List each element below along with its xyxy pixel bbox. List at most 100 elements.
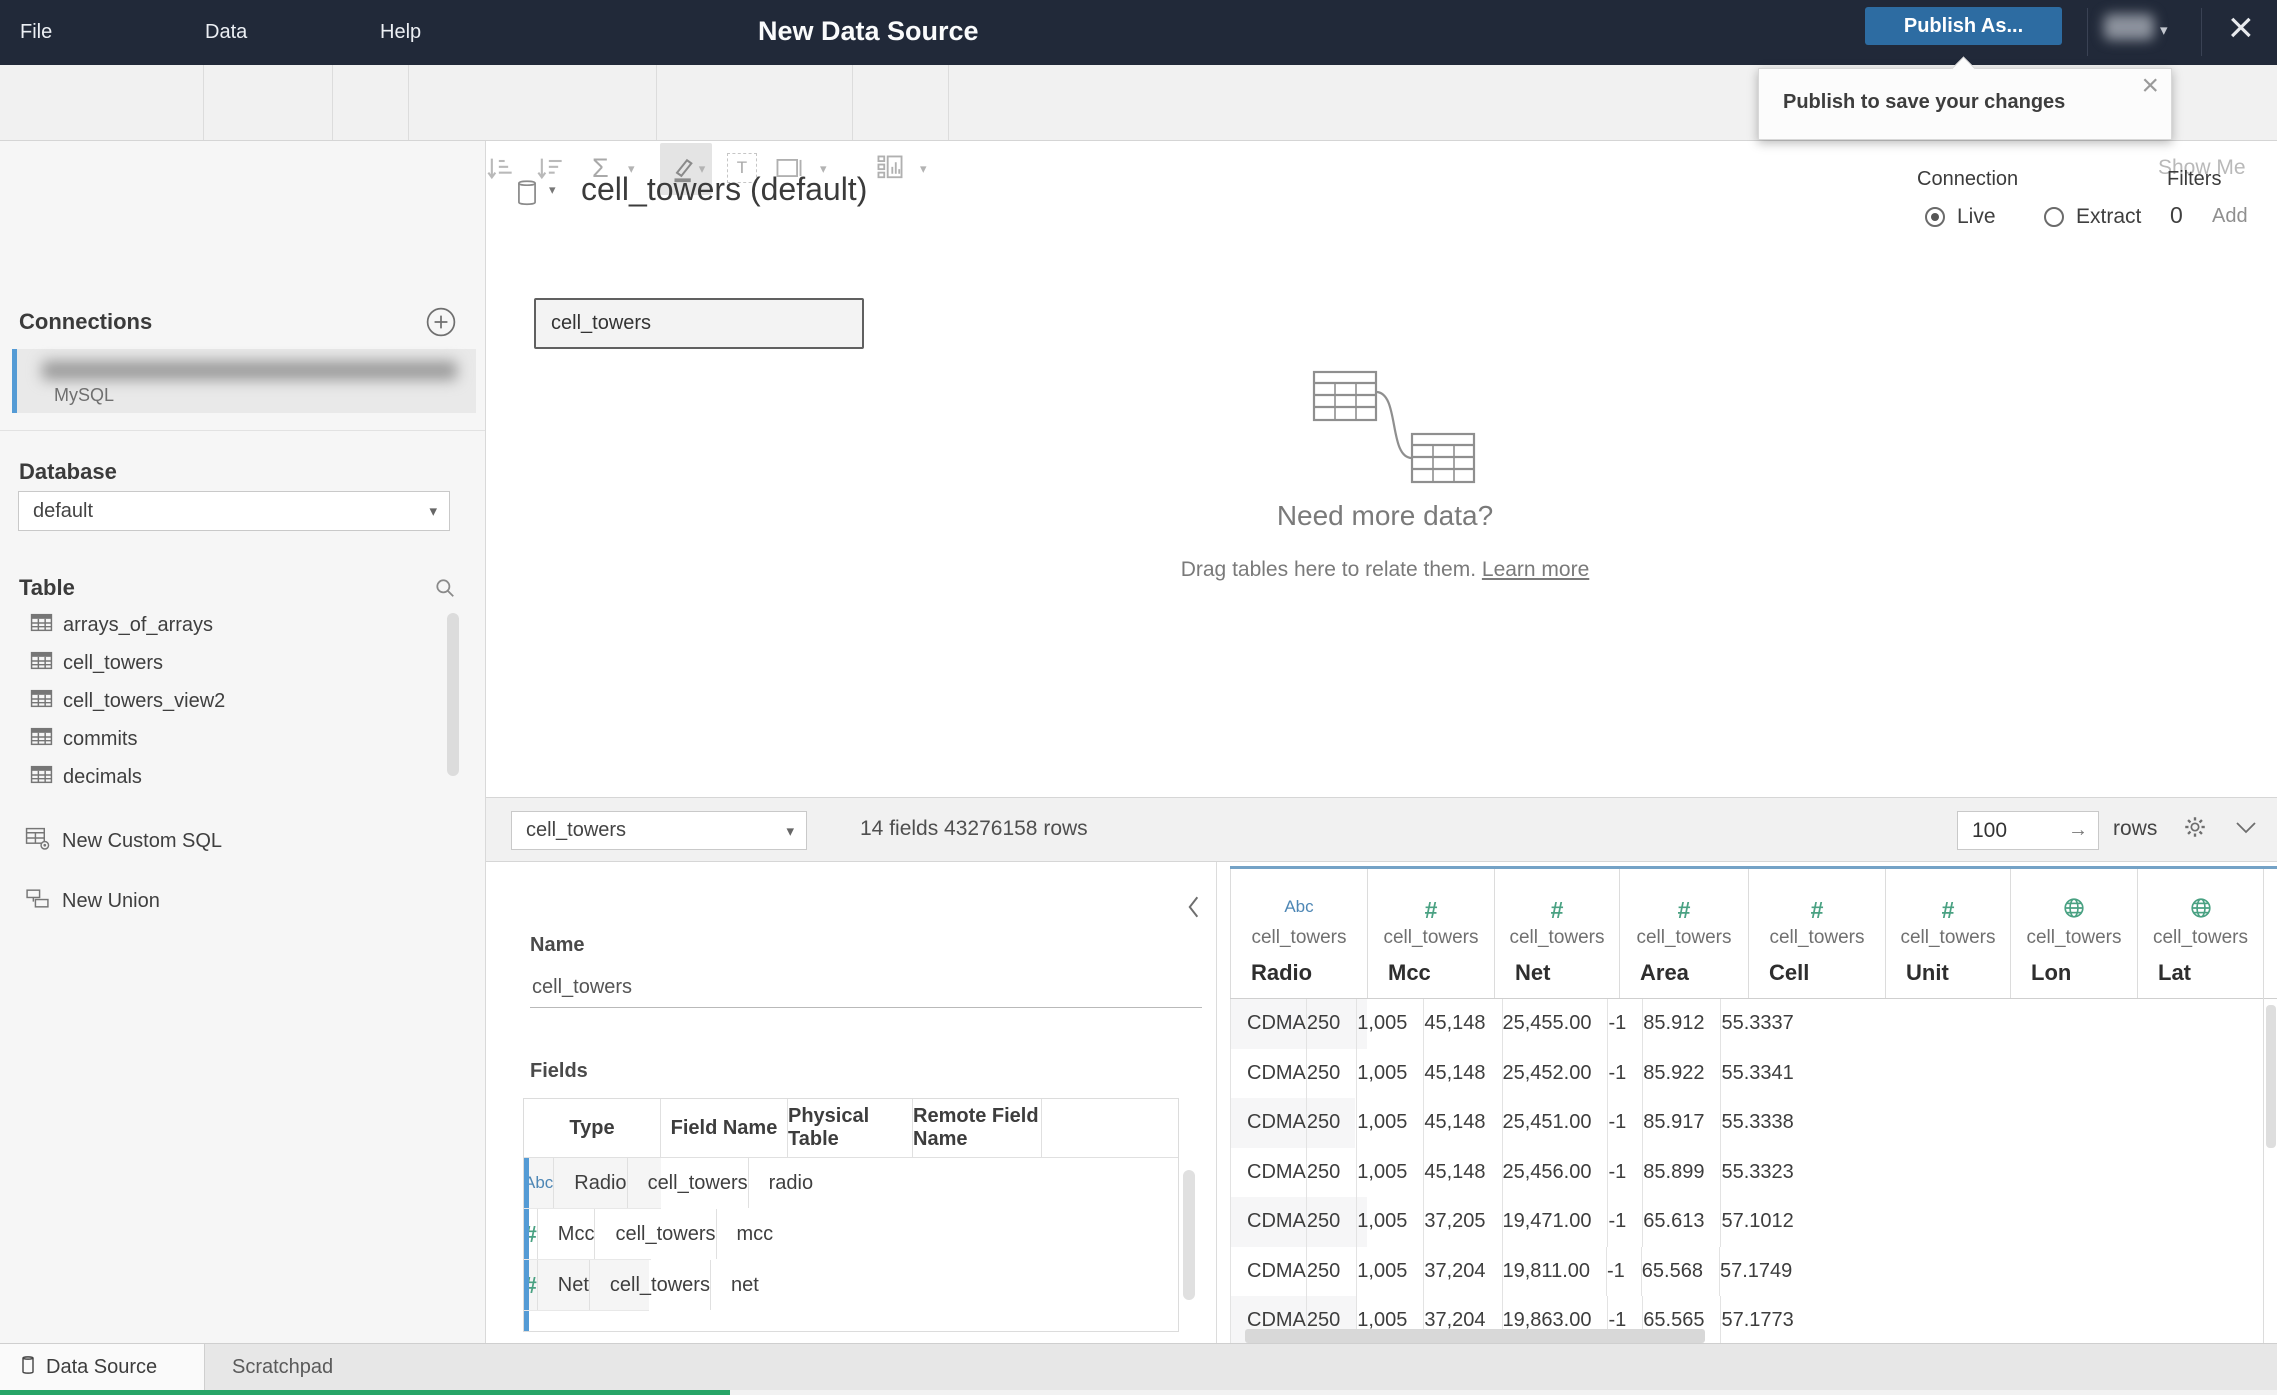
row-count-input[interactable]: [1970, 817, 2064, 844]
tooltip-close-icon[interactable]: ×: [2141, 69, 2159, 103]
physical-table-cell: cell_towers: [628, 1158, 749, 1208]
sort-ascending-icon[interactable]: [485, 153, 515, 183]
show-cards-icon[interactable]: [875, 153, 905, 183]
physical-table-cell: cell_towers: [590, 1260, 711, 1310]
sidebar-table-item[interactable]: commits: [0, 720, 137, 758]
grid-column-header[interactable]: # cell_towers Unit: [1885, 869, 2010, 998]
connection-name-redacted: [42, 361, 457, 380]
cell-radio: CDMA: [1230, 1048, 1306, 1098]
divider: [656, 65, 657, 140]
grid-column-header[interactable]: # cell_towers Net: [1494, 869, 1619, 998]
cell-mcc: 250: [1305, 999, 1356, 1049]
cell-lat: 57.1749: [1718, 1246, 1808, 1296]
radio-unselected-icon[interactable]: [2044, 207, 2064, 227]
row-count-field[interactable]: →: [1957, 811, 2099, 850]
connections-header: Connections: [19, 309, 153, 334]
fields-row[interactable]: # Mcc cell_towers mcc: [524, 1209, 773, 1260]
grid-vertical-scrollbar[interactable]: [2266, 1005, 2276, 1148]
sidebar-table-item[interactable]: cell_towers_view2: [0, 682, 225, 720]
tab-scratchpad[interactable]: Scratchpad: [232, 1344, 333, 1390]
fields-row-partial: [524, 1311, 1178, 1331]
radio-selected-icon[interactable]: [1925, 207, 1945, 227]
grid-column-header[interactable]: # cell_towers Area: [1619, 869, 1748, 998]
table-row: CDMA 250 1,005 45,148 25,455.00 -1 85.91…: [1230, 999, 1794, 1049]
cell-unit: -1: [1607, 1098, 1642, 1148]
grid-column-header[interactable]: Abc cell_towers Radio: [1230, 869, 1367, 998]
table-name: commits: [63, 727, 138, 750]
column-table-name: cell_towers: [1251, 927, 1347, 948]
column-field-name: Cell: [1769, 960, 1810, 985]
sidebar-scrollbar[interactable]: [447, 613, 459, 776]
learn-more-link[interactable]: Learn more: [1482, 558, 1589, 581]
cell-radio: CDMA: [1230, 1246, 1306, 1296]
filters-add-button[interactable]: Add: [2212, 205, 2248, 228]
menu-item[interactable]: Data: [205, 21, 332, 44]
column-field-name: Lon: [2031, 960, 2072, 985]
new-custom-sql-button[interactable]: New Custom SQL: [25, 822, 222, 860]
grid-column-header[interactable]: cell_towers Lon: [2010, 869, 2137, 998]
datasource-icon[interactable]: [513, 178, 541, 213]
table-icon: [30, 613, 53, 637]
publish-as-button[interactable]: Publish As...: [1865, 7, 2062, 45]
chevron-down-icon[interactable]: ▾: [920, 161, 927, 177]
column-field-name: Area: [1640, 960, 1689, 985]
table-icon: [30, 727, 53, 751]
search-icon[interactable]: [434, 577, 456, 604]
new-union-button[interactable]: New Union: [25, 882, 160, 920]
menu-item[interactable]: Help: [380, 21, 505, 44]
avatar[interactable]: [2104, 14, 2154, 40]
collapse-panel-icon[interactable]: [1185, 894, 1201, 925]
collapse-grid-icon[interactable]: [2234, 820, 2258, 841]
chevron-down-icon[interactable]: ▾: [2160, 0, 2168, 65]
grid-column-header[interactable]: # cell_towers Cell: [1748, 869, 1885, 998]
field-type-icon: #: [1941, 897, 1955, 923]
table-name: cell_towers_view2: [63, 689, 226, 712]
gear-icon[interactable]: [2182, 814, 2208, 845]
close-icon[interactable]: ×: [2228, 0, 2254, 62]
apply-arrow-icon[interactable]: →: [2068, 819, 2088, 842]
grid-header: Abc cell_towers Radio # cell_towers Mcc …: [1230, 869, 2277, 999]
fields-row[interactable]: # Net cell_towers net: [524, 1260, 759, 1311]
column-table-name: cell_towers: [2152, 927, 2249, 948]
cell-lon: 85.917: [1642, 1098, 1720, 1148]
datasource-name-input[interactable]: [530, 972, 1202, 1008]
grid-column-header[interactable]: cell_towers Lat: [2137, 869, 2263, 998]
chevron-down-icon[interactable]: ▾: [549, 182, 556, 198]
sidebar-table-item[interactable]: arrays_of_arrays: [0, 606, 213, 644]
cell-net: 1,005: [1356, 1098, 1423, 1148]
cell-mcc: 250: [1305, 1048, 1356, 1098]
table-row: CDMA 250 1,005 45,148 25,451.00 -1 85.91…: [1230, 1098, 1794, 1148]
grid-column-header[interactable]: # cell_towers Mcc: [1367, 869, 1494, 998]
sidebar-table-item[interactable]: cell_towers: [0, 644, 163, 682]
add-connection-icon[interactable]: [426, 307, 456, 342]
cell-area: 45,148: [1423, 1098, 1501, 1148]
sidebar-table-item[interactable]: decimals: [0, 758, 142, 796]
database-select[interactable]: default ▾: [18, 491, 450, 531]
fields-panel: Name Fields TypeField NamePhysical Table…: [486, 862, 1217, 1343]
fields-table: Type Field Name Physical Table Remote Field…: [523, 1098, 1179, 1332]
cell-lat: 57.1012: [1720, 1197, 1809, 1247]
cell-radio: CDMA: [1230, 1147, 1306, 1197]
extract-radio[interactable]: Extract: [2044, 205, 2141, 229]
cell-lat: 57.1773: [1720, 1296, 1809, 1343]
fields-row[interactable]: Abc Radio cell_towers radio: [524, 1158, 813, 1209]
divider: [852, 65, 853, 140]
data-grid: Abc cell_towers Radio # cell_towers Mcc …: [1230, 866, 2277, 1343]
canvas-table-node[interactable]: cell_towers: [534, 298, 864, 349]
divider: [0, 430, 485, 431]
tab-data-source[interactable]: Data Source: [0, 1344, 205, 1390]
physical-table-cell: cell_towers: [595, 1209, 717, 1259]
footer-tab-bar: Data Source Scratchpad: [0, 1343, 2277, 1390]
chevron-down-icon: ▾: [429, 503, 437, 520]
menu-item[interactable]: File: [20, 21, 157, 44]
live-radio[interactable]: Live: [1925, 205, 1996, 229]
fields-scrollbar[interactable]: [1183, 1170, 1195, 1300]
connection-item[interactable]: MySQL: [12, 349, 476, 413]
column-field-name: Mcc: [1388, 960, 1431, 985]
grid-horizontal-scrollbar[interactable]: [1245, 1329, 1705, 1343]
grid-table-select[interactable]: cell_towers ▾: [511, 811, 807, 850]
filters-count: 0: [2170, 202, 2183, 228]
cell-lon: 85.922: [1642, 1048, 1720, 1098]
divider: [2087, 8, 2088, 56]
table-icon: [30, 651, 53, 675]
